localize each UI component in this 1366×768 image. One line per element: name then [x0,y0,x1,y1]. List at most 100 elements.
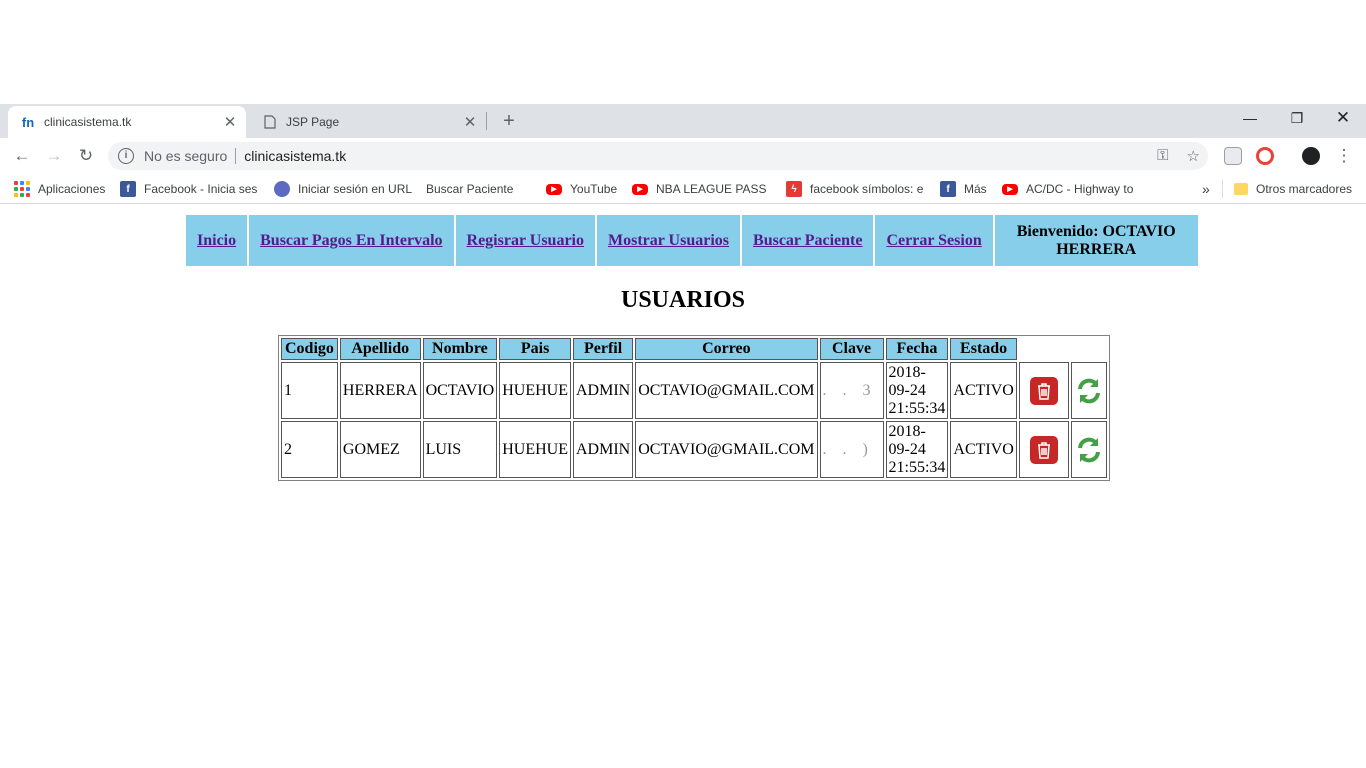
refresh-update-icon[interactable] [1076,435,1102,465]
bookmark-iniciar-sesion[interactable]: Iniciar sesión en URL [274,180,412,198]
cell-delete [1018,421,1069,478]
bookmark-label: Aplicaciones [38,182,106,196]
delete-trash-icon[interactable] [1029,376,1058,405]
forward-arrow-icon[interactable]: → [42,144,66,168]
folder-icon [1234,183,1248,195]
bookmark-buscar-paciente[interactable]: Buscar Paciente [426,180,513,198]
cell-perfil: ADMIN [573,421,634,478]
youtube-icon: ▶ [546,183,562,195]
address-bar[interactable]: i No es seguro clinicasistema.tk ⚿ ☆ [108,142,1208,170]
chevron-more-icon[interactable]: » [1202,180,1210,198]
facebook-icon: f [940,181,956,197]
tab-jsp-page[interactable]: JSP Page ✕ [250,106,486,138]
column-header-delete [1019,338,1069,360]
menu-item-inicio: Inicio [186,215,248,266]
column-header-correo: Correo [635,338,818,360]
tab-title: clinicasistema.tk [44,115,132,129]
menu-link-buscar-paciente[interactable]: Buscar Paciente [753,232,862,249]
bookmark-label: YouTube [570,182,618,196]
tab-separator [486,112,487,130]
youtube-icon: ▶ [632,183,648,195]
new-tab-icon[interactable]: + [498,110,520,132]
minimize-icon[interactable]: — [1238,108,1262,128]
cell-codigo: 2 [281,421,338,478]
cell-fecha: 2018- 09-24 21:55:34 [885,421,949,478]
url-text[interactable]: clinicasistema.tk [244,148,346,164]
table-row: 2 GOMEZ LUIS HUEHUE ADMIN OCTAVIO@GMAIL.… [281,421,1107,478]
column-header-codigo: Codigo [281,338,338,360]
main-menu: Inicio Buscar Pagos En Intervalo Regisra… [184,215,1200,266]
tab-close-icon[interactable]: ✕ [458,113,482,131]
cell-estado: ACTIVO [950,362,1017,419]
cell-pais: HUEHUE [499,362,571,419]
youtube-icon: ▶ [1002,183,1018,195]
bookmark-label: Buscar Paciente [426,182,514,196]
column-header-clave: Clave [819,338,884,360]
fecha-date: 2018- [888,422,926,440]
bookmark-label: AC/DC - Highway to [1026,182,1134,196]
bookmark-label: Más [964,182,987,196]
cell-perfil: ADMIN [573,362,634,419]
column-header-apellido: Apellido [339,338,421,360]
menu-item-buscar-paciente: Buscar Paciente [742,215,874,266]
fecha-date: 2018- [888,363,926,381]
bookmark-apps[interactable]: Aplicaciones [14,180,105,198]
site-favicon-icon: fn [21,114,35,130]
tab-close-icon[interactable]: ✕ [218,113,242,131]
cell-apellido: HERRERA [339,362,421,419]
users-table: Codigo Apellido Nombre Pais Perfil Corre… [278,335,1110,481]
cell-pais: HUEHUE [499,421,571,478]
cell-delete [1018,362,1069,419]
menu-link-registrar-usuario[interactable]: Regisrar Usuario [467,232,584,249]
star-icon[interactable]: ☆ [1187,147,1200,165]
flash-icon: ϟ [786,181,802,197]
bookmark-mas[interactable]: f Más [940,180,987,198]
column-header-fecha: Fecha [885,338,949,360]
menu-item-buscar-pagos: Buscar Pagos En Intervalo [249,215,454,266]
menu-link-mostrar-usuarios[interactable]: Mostrar Usuarios [608,232,729,249]
bookmark-otros-marcadores[interactable]: Otros marcadores [1234,180,1352,198]
extension-record-icon[interactable] [1256,147,1274,165]
info-icon[interactable]: i [118,148,134,164]
profile-avatar[interactable] [1302,147,1320,165]
bookmark-nba[interactable]: ▶ NBA LEAGUE PASS H [632,180,770,198]
menu-item-registrar-usuario: Regisrar Usuario [455,215,595,266]
cell-estado: ACTIVO [950,421,1017,478]
facebook-icon: f [120,181,136,197]
window-close-icon[interactable]: ✕ [1331,108,1355,128]
menu-link-inicio[interactable]: Inicio [197,232,236,249]
menu-link-buscar-pagos[interactable]: Buscar Pagos En Intervalo [260,232,442,249]
column-header-perfil: Perfil [573,338,634,360]
fecha-time: 21:55:34 [888,399,946,417]
tab-title: JSP Page [286,115,340,129]
column-header-pais: Pais [499,338,571,360]
security-label: No es seguro [144,148,228,164]
cell-clave: . . 3 [819,362,884,419]
menu-dots-icon[interactable]: ⋮ [1332,144,1356,168]
back-arrow-icon[interactable]: ← [10,144,34,168]
cell-update [1070,362,1107,419]
fecha-time: 21:55:34 [888,458,946,476]
refresh-update-icon[interactable] [1076,376,1102,406]
cell-apellido: GOMEZ [339,421,421,478]
restore-icon[interactable]: ❐ [1285,108,1309,128]
extension-icon[interactable] [1224,147,1242,165]
key-icon[interactable]: ⚿ [1157,147,1168,165]
tab-clinicasistema[interactable]: fn clinicasistema.tk ✕ [8,106,246,138]
page-icon [262,114,278,130]
bookmark-facebook[interactable]: f Facebook - Inicia sesi [120,180,258,198]
fecha-mid: 09-24 [888,381,926,399]
reload-icon[interactable]: ↻ [74,144,98,168]
bookmark-label: facebook símbolos: e [810,182,924,196]
browser-tabstrip: fn clinicasistema.tk ✕ JSP Page ✕ [0,104,1366,138]
bookmark-acdc[interactable]: ▶ AC/DC - Highway to [1002,180,1142,198]
apps-icon [14,181,30,197]
menu-link-cerrar-sesion[interactable]: Cerrar Sesion [886,232,981,249]
browser-toolbar: ← → ↻ i No es seguro clinicasistema.tk ⚿… [0,138,1366,174]
welcome-message: Bienvenido: OCTAVIO HERRERA [994,215,1198,266]
bookmark-youtube[interactable]: ▶ YouTube [546,180,617,198]
omnibox-divider [235,148,237,164]
bookmark-label: Iniciar sesión en URL [298,182,413,196]
delete-trash-icon[interactable] [1029,435,1058,464]
bookmark-facebook-simbolos[interactable]: ϟ facebook símbolos: e [786,180,924,198]
